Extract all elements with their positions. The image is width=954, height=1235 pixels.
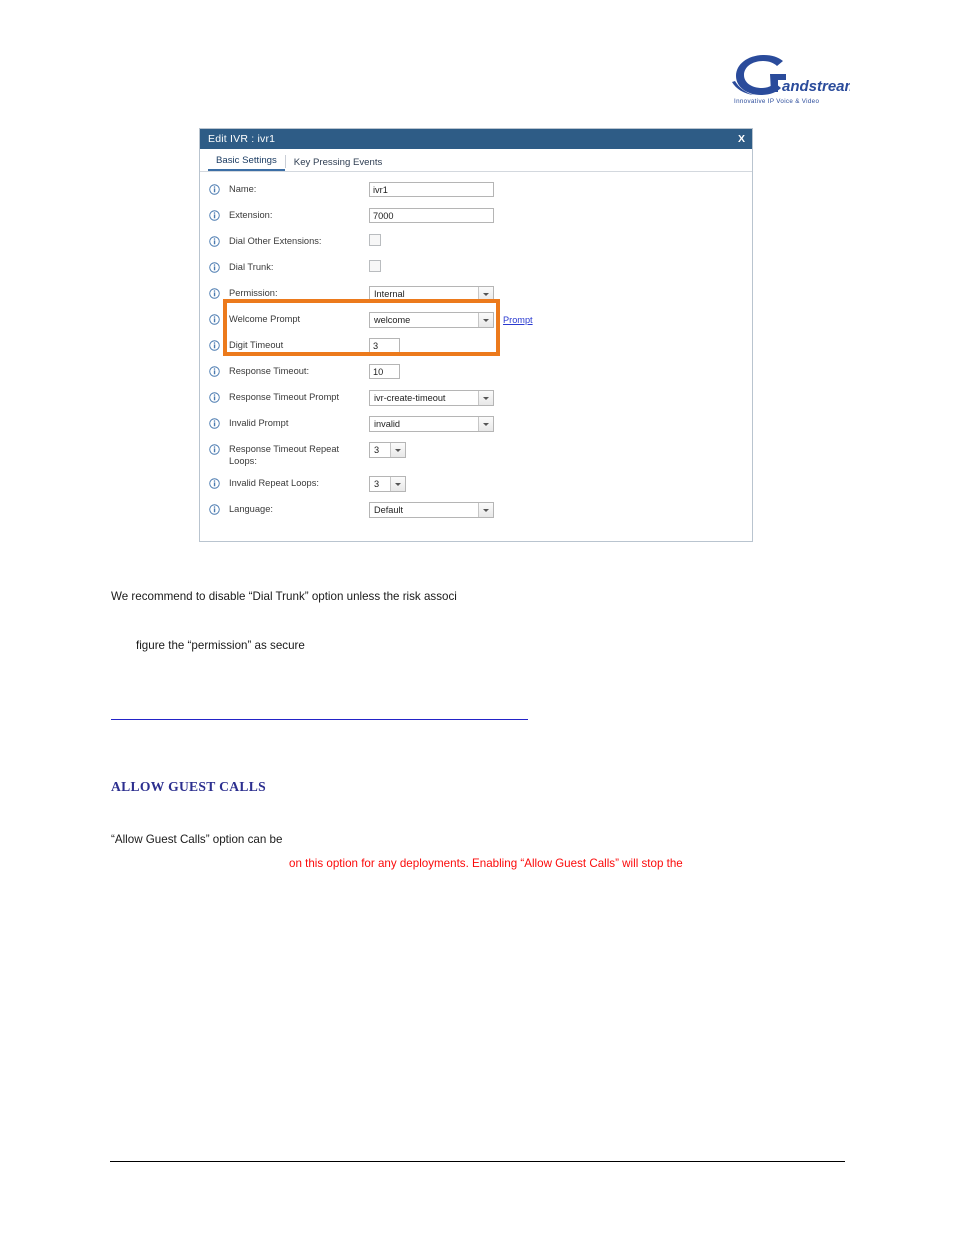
- field-label-response-timeout-prompt: Response Timeout Prompt: [229, 392, 340, 402]
- close-icon[interactable]: X: [730, 133, 745, 145]
- field-control-digit-timeout: 3: [369, 337, 400, 353]
- paragraph-permission-note: figure the “permission” as secure: [136, 639, 305, 652]
- info-icon[interactable]: [209, 340, 220, 351]
- field-label-dial-trunk: Dial Trunk:: [229, 262, 274, 272]
- field-row-response-timeout-repeat-loops: Response Timeout Repeat Loops: 3: [200, 441, 752, 475]
- field-row-invalid-repeat-loops: Invalid Repeat Loops: 3: [200, 475, 752, 501]
- info-icon[interactable]: [209, 314, 220, 325]
- field-row-name: Name: ivr1: [200, 181, 752, 207]
- info-icon[interactable]: [209, 366, 220, 377]
- permission-select[interactable]: Internal: [369, 286, 494, 302]
- grandstream-logo-icon: andstream: [732, 55, 850, 95]
- field-control-permission: Internal: [369, 285, 494, 302]
- field-label-permission: Permission:: [229, 288, 278, 298]
- tab-basic-settings[interactable]: Basic Settings: [208, 155, 285, 171]
- field-label-invalid-prompt: Invalid Prompt: [229, 418, 289, 428]
- section-heading-allow-guest-calls: ALLOW GUEST CALLS: [111, 779, 266, 794]
- tab-key-pressing-events[interactable]: Key Pressing Events: [286, 157, 391, 171]
- chevron-down-icon: [478, 287, 493, 301]
- edit-ivr-dialog: Edit IVR : ivr1 X Basic Settings Key Pre…: [199, 128, 753, 542]
- response-timeout-repeat-loops-select-value: 3: [374, 445, 380, 455]
- field-label-dial-other-extensions: Dial Other Extensions:: [229, 236, 322, 246]
- field-control-dial-other-extensions: [369, 233, 381, 246]
- field-control-extension: 7000: [369, 207, 494, 223]
- name-input[interactable]: ivr1: [369, 182, 494, 197]
- brand-tagline: Innovative IP Voice & Video: [734, 98, 820, 105]
- field-control-welcome-prompt: welcome Prompt: [369, 311, 533, 328]
- field-control-response-timeout-repeat-loops: 3: [369, 441, 406, 458]
- grandstream-logo: andstream Innovative IP Voice & Video: [730, 52, 850, 114]
- invalid-repeat-loops-select[interactable]: 3: [369, 476, 406, 492]
- field-row-digit-timeout: Digit Timeout 3: [200, 337, 752, 363]
- chevron-down-icon: [478, 503, 493, 517]
- field-label-name: Name:: [229, 184, 257, 194]
- info-icon[interactable]: [209, 184, 220, 195]
- response-timeout-prompt-select-value: ivr-create-timeout: [374, 393, 446, 403]
- info-icon[interactable]: [209, 288, 220, 299]
- info-icon[interactable]: [209, 418, 220, 429]
- dial-other-extensions-checkbox[interactable]: [369, 234, 381, 246]
- permission-select-value: Internal: [374, 289, 405, 299]
- chevron-down-icon: [390, 477, 405, 491]
- field-control-name: ivr1: [369, 181, 494, 197]
- info-icon[interactable]: [209, 210, 220, 221]
- welcome-prompt-select-value: welcome: [374, 315, 411, 325]
- welcome-prompt-select[interactable]: welcome: [369, 312, 494, 328]
- field-row-invalid-prompt: Invalid Prompt invalid: [200, 415, 752, 441]
- invalid-prompt-select-value: invalid: [374, 419, 401, 429]
- field-row-extension: Extension: 7000: [200, 207, 752, 233]
- field-label-language: Language:: [229, 504, 273, 514]
- ivr-basic-settings-form: Name: ivr1 Extension: 7000 Dial Other Ex…: [200, 172, 752, 541]
- field-control-language: Default: [369, 501, 494, 518]
- info-icon[interactable]: [209, 392, 220, 403]
- field-label-response-timeout-repeat-loops: Response Timeout Repeat Loops:: [229, 444, 340, 466]
- field-control-invalid-repeat-loops: 3: [369, 475, 406, 492]
- invalid-prompt-select[interactable]: invalid: [369, 416, 494, 432]
- field-control-dial-trunk: [369, 259, 381, 272]
- field-label-digit-timeout: Digit Timeout: [229, 340, 284, 350]
- field-row-response-timeout-prompt: Response Timeout Prompt ivr-create-timeo…: [200, 389, 752, 415]
- info-icon[interactable]: [209, 444, 220, 455]
- paragraph-allow-guest-calls: “Allow Guest Calls” option can be: [111, 833, 283, 846]
- digit-timeout-input[interactable]: 3: [369, 338, 400, 353]
- info-icon[interactable]: [209, 262, 220, 273]
- field-control-invalid-prompt: invalid: [369, 415, 494, 432]
- field-label-welcome-prompt: Welcome Prompt: [229, 314, 301, 324]
- info-icon[interactable]: [209, 478, 220, 489]
- language-select-value: Default: [374, 505, 404, 515]
- prompt-link[interactable]: Prompt: [503, 315, 533, 325]
- dialog-titlebar: Edit IVR : ivr1 X: [200, 129, 752, 149]
- field-row-response-timeout: Response Timeout: 10: [200, 363, 752, 389]
- svg-text:andstream: andstream: [782, 78, 850, 95]
- dialog-tabbar: Basic Settings Key Pressing Events: [200, 149, 752, 172]
- footer-divider: [110, 1161, 845, 1162]
- field-row-dial-other-extensions: Dial Other Extensions:: [200, 233, 752, 259]
- field-label-response-timeout: Response Timeout:: [229, 366, 310, 376]
- response-timeout-repeat-loops-select[interactable]: 3: [369, 442, 406, 458]
- chevron-down-icon: [478, 417, 493, 431]
- field-label-invalid-repeat-loops: Invalid Repeat Loops:: [229, 478, 319, 488]
- paragraph-warning-red: on this option for any deployments. Enab…: [289, 857, 683, 870]
- response-timeout-input[interactable]: 10: [369, 364, 400, 379]
- dial-trunk-checkbox[interactable]: [369, 260, 381, 272]
- field-row-permission: Permission: Internal: [200, 285, 752, 311]
- chevron-down-icon: [390, 443, 405, 457]
- field-row-language: Language: Default: [200, 501, 752, 527]
- chevron-down-icon: [478, 313, 493, 327]
- section-divider-blue: [111, 719, 528, 720]
- paragraph-recommendation: We recommend to disable “Dial Trunk” opt…: [111, 590, 457, 603]
- info-icon[interactable]: [209, 504, 220, 515]
- language-select[interactable]: Default: [369, 502, 494, 518]
- dialog-title: Edit IVR : ivr1: [208, 133, 276, 145]
- field-row-dial-trunk: Dial Trunk:: [200, 259, 752, 285]
- field-control-response-timeout-prompt: ivr-create-timeout: [369, 389, 494, 406]
- field-label-extension: Extension:: [229, 210, 273, 220]
- response-timeout-prompt-select[interactable]: ivr-create-timeout: [369, 390, 494, 406]
- invalid-repeat-loops-select-value: 3: [374, 479, 380, 489]
- chevron-down-icon: [478, 391, 493, 405]
- info-icon[interactable]: [209, 236, 220, 247]
- field-row-welcome-prompt: Welcome Prompt welcome Prompt: [200, 311, 752, 337]
- extension-input[interactable]: 7000: [369, 208, 494, 223]
- field-control-response-timeout: 10: [369, 363, 400, 379]
